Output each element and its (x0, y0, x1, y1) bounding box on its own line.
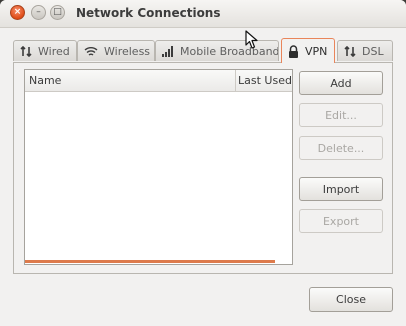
tab-dsl[interactable]: DSL (337, 40, 393, 61)
maximize-icon: □ (53, 7, 62, 17)
network-connections-window: × – □ Network Connections Wired Wireless… (0, 0, 406, 326)
mouse-pointer-icon (245, 30, 258, 49)
close-icon: × (13, 7, 22, 17)
wired-arrows-icon (20, 45, 32, 57)
wifi-icon (84, 46, 98, 57)
export-button[interactable]: Export (299, 209, 383, 233)
column-header-name[interactable]: Name (29, 70, 61, 91)
maximize-window-button[interactable]: □ (50, 5, 65, 20)
tab-label: Wired (38, 44, 70, 58)
import-button[interactable]: Import (299, 177, 383, 201)
tab-vpn[interactable]: VPN (281, 38, 335, 63)
lock-icon (288, 44, 299, 58)
title-bar: × – □ Network Connections (0, 0, 406, 28)
tab-wireless[interactable]: Wireless (77, 40, 155, 61)
close-button[interactable]: Close (309, 287, 393, 312)
tab-label: Wireless (104, 44, 151, 58)
column-header-last-used[interactable]: Last Used (235, 70, 295, 91)
tab-mobile-broadband[interactable]: Mobile Broadband (155, 40, 279, 61)
delete-button[interactable]: Delete... (299, 136, 383, 160)
list-header: Name Last Used (25, 70, 292, 92)
add-button[interactable]: Add (299, 71, 383, 95)
minimize-icon: – (36, 7, 41, 17)
window-title: Network Connections (76, 6, 221, 20)
dsl-arrows-icon (344, 45, 356, 57)
tab-label: Mobile Broadband (180, 44, 279, 58)
tab-wired[interactable]: Wired (13, 40, 77, 61)
vpn-panel: Name Last Used Add Edit... Delete... Imp… (13, 62, 393, 274)
tab-label: VPN (305, 44, 328, 58)
minimize-window-button[interactable]: – (31, 5, 46, 20)
tab-label: DSL (362, 44, 384, 58)
edit-button[interactable]: Edit... (299, 103, 383, 127)
close-window-button[interactable]: × (10, 5, 25, 20)
list-scroll-indicator (25, 260, 275, 263)
signal-bars-icon (162, 45, 174, 57)
vpn-connection-list[interactable]: Name Last Used (24, 69, 293, 265)
